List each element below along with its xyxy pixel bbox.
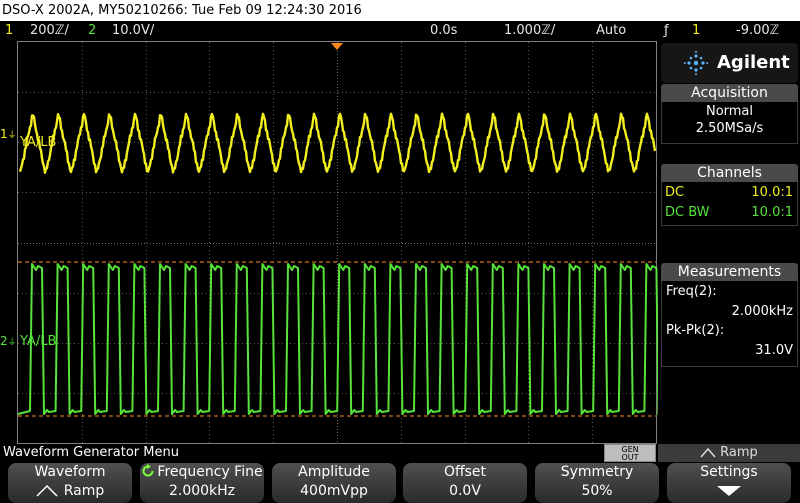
ch1-marker-number: 1 (0, 127, 8, 141)
trigger-mode[interactable]: Auto (596, 21, 626, 41)
softkey-settings-label: Settings (700, 464, 758, 480)
ramp-tag-label: Ramp (720, 445, 758, 460)
trigger-position-marker (331, 43, 343, 50)
status-bar: 1 200ℤ/ 2 10.0V/ 0.0s 1.000ℤ/ Auto ƒ 1 -… (0, 21, 800, 41)
softkey-amplitude-value: 400mVpp (300, 483, 368, 499)
title-bar: DSO-X 2002A, MY50210266: Tue Feb 09 12:2… (0, 0, 800, 21)
trigger-slope-icon: ƒ (664, 23, 669, 38)
softkey-symmetry-value: 50% (581, 483, 613, 499)
softkey-symmetry-label: Symmetry (560, 464, 634, 480)
softkey-amplitude-label: Amplitude (298, 464, 370, 480)
ch2-scale[interactable]: 10.0V/ (112, 21, 154, 41)
ch1-number[interactable]: 1 (5, 21, 13, 41)
ch2-ground-icon: ⏚ (7, 338, 17, 348)
ch2-number[interactable]: 2 (88, 21, 96, 41)
ramp-wave-icon (36, 484, 58, 497)
softkey-frequency-fine[interactable]: Frequency Fine 2.000kHz (140, 463, 264, 503)
channels-panel: DC 10.0:1 DC BW 10.0:1 (661, 182, 798, 226)
menu-title: Waveform Generator Menu (0, 444, 604, 462)
waveform-display[interactable]: 1⏚ YA/LB 2⏚ YA/LB (0, 41, 658, 444)
gen-out-line2: OUT (621, 453, 639, 462)
graticule (17, 41, 658, 444)
ch1-marker[interactable]: 1⏚ (0, 127, 17, 141)
agilent-logo: Agilent (661, 43, 798, 83)
softkey-symmetry[interactable]: Symmetry 50% (535, 463, 659, 503)
ch2-marker[interactable]: 2⏚ (0, 334, 17, 348)
acquisition-header: Acquisition (661, 84, 798, 102)
ch1-label: YA/LB (20, 135, 57, 150)
waveform-type-indicator: Ramp (658, 444, 800, 462)
side-panel: Agilent Acquisition Normal 2.50MSa/s Cha… (659, 41, 800, 444)
pk-pk-value: 31.0V (755, 343, 793, 358)
timebase-scale[interactable]: 1.000ℤ/ (504, 21, 555, 41)
softkey-amplitude[interactable]: Amplitude 400mVpp (272, 463, 396, 503)
ch1-probe: 10.0:1 (751, 185, 793, 200)
trigger-channel[interactable]: 1 (692, 21, 700, 41)
softkey-waveform[interactable]: Waveform Ramp (8, 463, 132, 503)
sample-rate: 2.50MSa/s (695, 121, 764, 136)
ch2-marker-number: 2 (0, 334, 8, 348)
submenu-arrow-icon (717, 486, 741, 496)
softkey-offset[interactable]: Offset 0.0V (403, 463, 527, 503)
pk-pk-label: Pk-Pk(2): (666, 323, 725, 338)
acquisition-mode: Normal (705, 104, 754, 119)
softkey-bar: Waveform Ramp Frequency Fine 2.000kHz Am… (0, 462, 800, 503)
ch1-coupling: DC (665, 185, 685, 200)
softkey-frequency-value: 2.000kHz (168, 483, 236, 499)
softkey-waveform-label: Waveform (34, 464, 106, 480)
horizontal-delay[interactable]: 0.0s (430, 21, 457, 41)
softkey-settings-value (667, 482, 791, 501)
agilent-spark-icon (683, 50, 709, 76)
freq-label: Freq(2): (666, 284, 717, 299)
ch2-coupling: DC BW (665, 205, 710, 220)
softkey-settings[interactable]: Settings (667, 463, 791, 503)
freq-value: 2.000kHz (731, 304, 793, 319)
softkey-waveform-value: Ramp (8, 482, 132, 501)
softkey-offset-value: 0.0V (449, 483, 481, 499)
measurements-header: Measurements (661, 263, 798, 281)
ch2-probe: 10.0:1 (751, 205, 793, 220)
ramp-wave-icon (700, 447, 716, 457)
softkey-offset-label: Offset (443, 464, 487, 480)
measurements-panel: Freq(2): 2.000kHz Pk-Pk(2): 31.0V (661, 281, 798, 367)
acquisition-panel: Normal 2.50MSa/s (661, 102, 798, 144)
ch1-ground-icon: ⏚ (7, 131, 17, 141)
brand-name: Agilent (717, 52, 790, 73)
ch2-label: YA/LB (20, 334, 57, 349)
ch2-trace (17, 263, 658, 415)
gen-out-button[interactable]: GEN OUT (604, 444, 656, 462)
channels-header: Channels (661, 164, 798, 182)
ch1-scale[interactable]: 200ℤ/ (30, 21, 69, 41)
ch1-trace (18, 112, 657, 174)
rotate-knob-icon (142, 464, 154, 477)
softkey-frequency-label: Frequency Fine (140, 463, 264, 482)
trigger-level[interactable]: -9.00ℤ (736, 21, 779, 41)
